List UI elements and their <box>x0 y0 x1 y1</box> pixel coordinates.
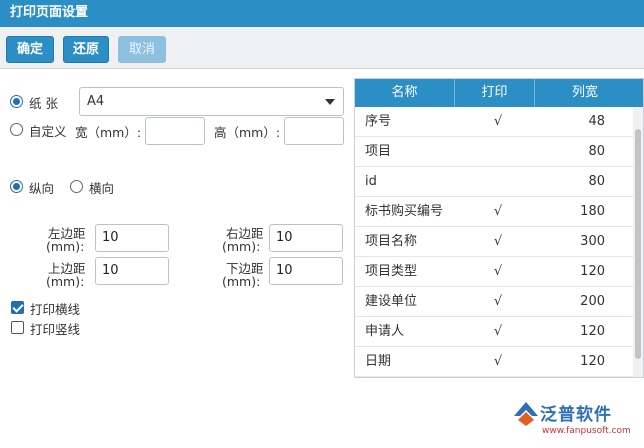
column-width-cell[interactable]: 120 <box>535 317 605 347</box>
brand-name: 泛普软件 <box>540 405 612 425</box>
columns-grid: 名称 打印 列宽 序号 √ 48 项目 80 id 80 标书购买编号 √ 180 项目名称 √ 300… <box>354 78 644 378</box>
print-vlines-label: 打印竖线 <box>30 322 81 337</box>
grid-header: 名称 打印 列宽 <box>355 79 643 107</box>
portrait-radio[interactable] <box>10 180 23 193</box>
table-row[interactable]: 项目名称 √ 300 <box>355 227 633 257</box>
top-margin-unit: (mm): <box>46 274 85 289</box>
column-name-cell: 申请人 <box>365 324 405 339</box>
reset-button[interactable]: 还原 <box>63 36 109 63</box>
custom-size-radio[interactable] <box>10 123 23 136</box>
column-width-cell[interactable]: 80 <box>535 137 605 167</box>
table-row[interactable]: 申请人 √ 120 <box>355 317 633 347</box>
cancel-button[interactable]: 取消 <box>118 36 166 63</box>
brand-url: www.fanpusoft.com <box>542 426 631 436</box>
landscape-label: 横向 <box>89 181 115 196</box>
toolbar: 确定 还原 取消 <box>0 27 644 69</box>
paper-size-value: A4 <box>87 94 105 109</box>
print-vlines-checkbox[interactable] <box>11 321 24 334</box>
column-name-cell: 序号 <box>365 114 392 129</box>
left-margin-input[interactable]: 10 <box>95 224 169 252</box>
brand-logo-icon <box>514 402 538 426</box>
column-name-cell: 项目 <box>365 144 392 159</box>
height-input[interactable] <box>284 117 344 145</box>
header-name[interactable]: 名称 <box>355 79 455 107</box>
table-row[interactable]: 序号 √ 48 <box>355 107 633 137</box>
table-row[interactable]: 标书购买编号 √ 180 <box>355 197 633 227</box>
table-row[interactable]: 日期 √ 120 <box>355 347 633 377</box>
vertical-scrollbar[interactable] <box>633 107 643 377</box>
column-width-cell[interactable]: 120 <box>535 347 605 377</box>
chevron-down-icon <box>325 99 335 105</box>
custom-size-label: 自定义 <box>29 124 67 139</box>
column-name-cell: 建设单位 <box>365 294 418 309</box>
column-width-cell[interactable]: 80 <box>535 167 605 197</box>
settings-panel: 纸 张 A4 自定义 宽（mm）: 高（mm）: 纵向 横向 左边距 (mm):… <box>0 70 644 436</box>
column-print-cell[interactable]: √ <box>467 257 529 287</box>
paper-size-label: 纸 张 <box>29 96 58 111</box>
right-margin-input[interactable]: 10 <box>269 224 343 252</box>
right-margin-unit: (mm): <box>222 239 261 254</box>
column-width-cell[interactable]: 48 <box>535 107 605 137</box>
column-print-cell[interactable]: √ <box>467 317 529 347</box>
print-hlines-checkbox[interactable] <box>11 301 24 314</box>
paper-size-select[interactable]: A4 <box>79 87 344 116</box>
watermark: 泛普软件 www.fanpusoft.com <box>512 400 644 448</box>
column-width-cell[interactable]: 120 <box>535 257 605 287</box>
table-row[interactable]: id 80 <box>355 167 633 197</box>
width-input[interactable] <box>145 117 205 145</box>
ok-button[interactable]: 确定 <box>6 36 54 63</box>
column-width-cell[interactable]: 200 <box>535 287 605 317</box>
column-name-cell: id <box>365 174 377 189</box>
width-label: 宽（mm）: <box>75 125 142 140</box>
bottom-margin-input[interactable]: 10 <box>269 257 343 285</box>
column-width-cell[interactable]: 180 <box>535 197 605 227</box>
header-width[interactable]: 列宽 <box>535 79 635 107</box>
column-print-cell[interactable]: √ <box>467 107 529 137</box>
column-width-cell[interactable]: 300 <box>535 227 605 257</box>
table-row[interactable]: 建设单位 √ 200 <box>355 287 633 317</box>
paper-size-radio[interactable] <box>10 95 23 108</box>
column-name-cell: 项目类型 <box>365 264 418 279</box>
left-margin-unit: (mm): <box>46 239 85 254</box>
column-name-cell: 日期 <box>365 354 392 369</box>
column-print-cell[interactable]: √ <box>467 227 529 257</box>
scrollbar-thumb[interactable] <box>635 129 641 359</box>
landscape-radio[interactable] <box>70 180 83 193</box>
height-label: 高（mm）: <box>214 125 281 140</box>
table-row[interactable]: 项目类型 √ 120 <box>355 257 633 287</box>
bottom-margin-unit: (mm): <box>222 274 261 289</box>
column-name-cell: 项目名称 <box>365 234 418 249</box>
window-title: 打印页面设置 <box>0 0 644 27</box>
top-margin-input[interactable]: 10 <box>95 257 169 285</box>
column-print-cell[interactable]: √ <box>467 287 529 317</box>
column-name-cell: 标书购买编号 <box>365 204 444 219</box>
column-print-cell[interactable]: √ <box>467 347 529 377</box>
portrait-label: 纵向 <box>29 181 55 196</box>
print-hlines-label: 打印横线 <box>30 302 81 317</box>
column-print-cell[interactable]: √ <box>467 197 529 227</box>
table-row[interactable]: 项目 80 <box>355 137 633 167</box>
header-print[interactable]: 打印 <box>455 79 535 107</box>
